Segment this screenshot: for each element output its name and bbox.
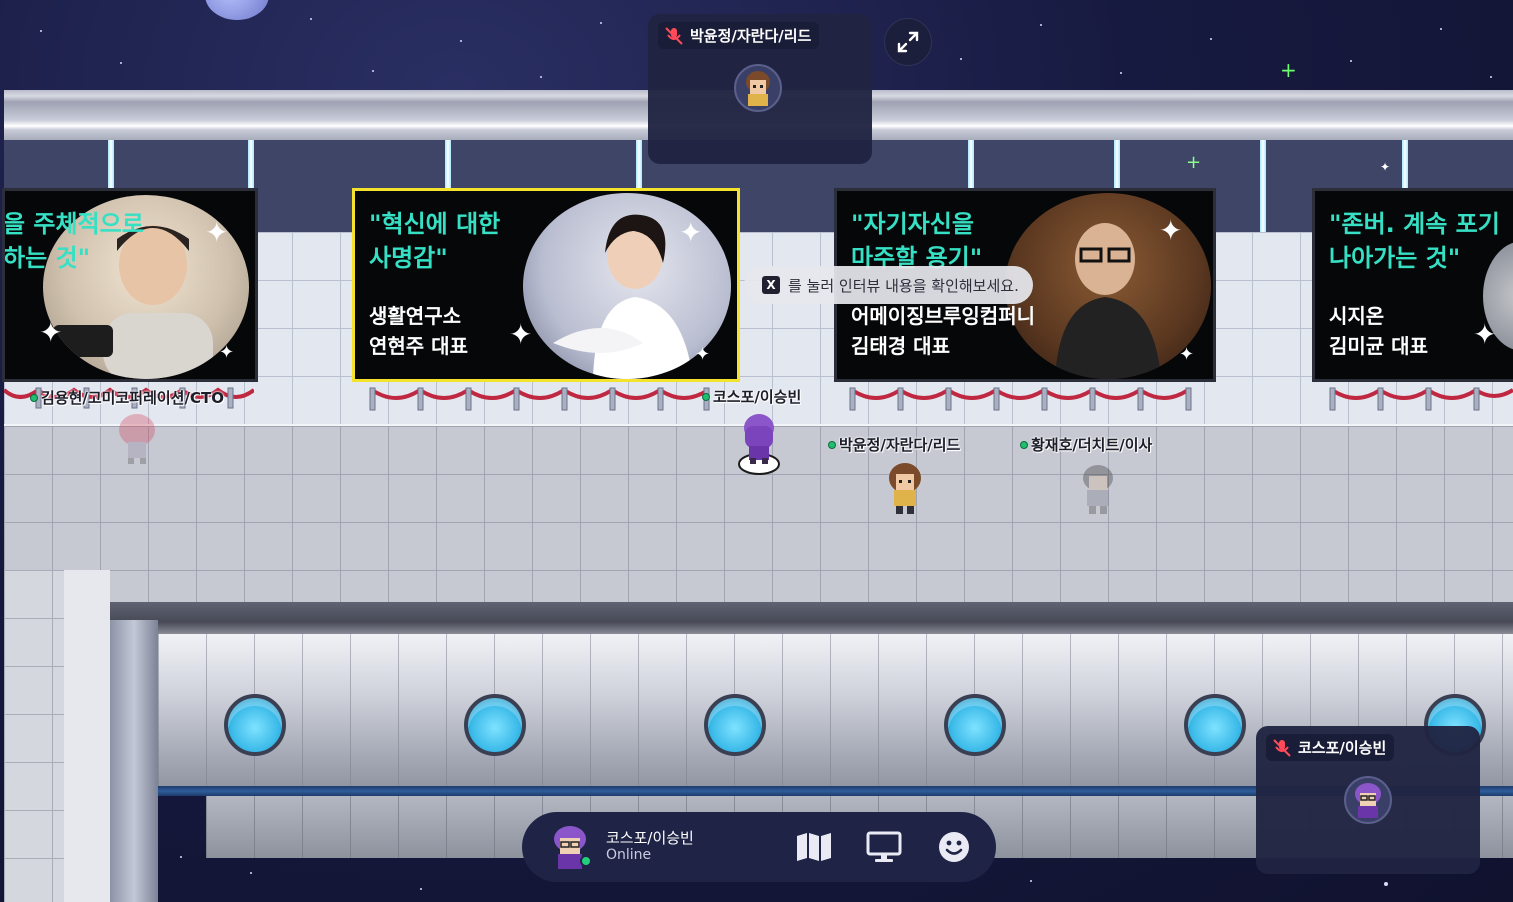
porthole-window — [464, 694, 526, 756]
banner-quote: "자기자신을 마주할 용기" — [851, 210, 983, 272]
green-sparkle: + — [1280, 58, 1297, 82]
window-sparkle: + — [1186, 152, 1202, 173]
window-mullion — [1260, 140, 1266, 234]
rope-barrier — [366, 384, 712, 414]
interview-banner-4[interactable]: "존버. 계속 포기 나아가는 것" 시지온 김미균 대표 ✦ — [1312, 188, 1513, 382]
porthole-window — [224, 694, 286, 756]
player-name: 김용현/고미코퍼레이션/CTO — [41, 389, 224, 407]
player-nametag: 코스포/이승빈 — [702, 386, 801, 407]
map-button[interactable] — [792, 825, 836, 869]
banner-interviewee: 생활연구소 연현주 대표 — [369, 304, 468, 358]
mic-muted-icon — [665, 26, 683, 45]
video-tile-label: 박윤정/자란다/리드 — [658, 22, 820, 49]
lower-ledge — [110, 602, 1513, 634]
sparkle-icon: ✦ — [219, 342, 235, 363]
left-column-strip — [64, 570, 110, 902]
emoji-icon — [939, 832, 969, 862]
sparkle-icon: ✦ — [1179, 344, 1195, 365]
sparkle-icon: ✦ — [1159, 214, 1183, 247]
player-name: 코스포/이승빈 — [713, 388, 802, 406]
player-name: 황재호/더치트/이사 — [1031, 436, 1153, 454]
banner-interviewee: 어메이징브루잉컴퍼니 김태경 대표 — [851, 304, 1035, 358]
sparkle-icon: ✦ — [1473, 318, 1497, 351]
video-tile-avatar — [1344, 776, 1392, 824]
banner-quote: "혁신에 대한 사명감" — [369, 210, 501, 272]
profile-info[interactable]: 코스포/이승빈 Online — [606, 830, 786, 864]
online-dot — [1020, 440, 1028, 449]
video-tile-avatar — [734, 64, 782, 112]
hint-text: 를 눌러 인터뷰 내용을 확인해보세요. — [788, 276, 1019, 295]
video-tile-label: 코스포/이승빈 — [1266, 734, 1395, 761]
interview-banner-2[interactable]: "혁신에 대한 사명감" 생활연구소 연현주 대표 ✦ ✦ ✦ — [352, 188, 740, 382]
rope-barrier — [1326, 384, 1513, 414]
emoji-button[interactable] — [932, 825, 976, 869]
screen-share-button[interactable] — [862, 825, 906, 869]
expand-icon — [897, 31, 919, 53]
screen-share-icon — [866, 831, 902, 862]
interaction-hint: X 를 눌러 인터뷰 내용을 확인해보세요. — [744, 266, 1033, 304]
online-status-dot — [580, 855, 592, 867]
player-avatar[interactable] — [886, 462, 924, 520]
online-dot — [30, 393, 38, 402]
interview-banner-1[interactable]: 을 주체적으로 하는 것" ✦ ✦ ✦ — [2, 188, 258, 382]
video-tile-name: 박윤정/자란다/리드 — [690, 27, 812, 45]
control-bar: 코스포/이승빈 Online — [522, 812, 996, 882]
player-name: 박윤정/자란다/리드 — [839, 436, 961, 454]
x-key-icon: X — [762, 276, 780, 294]
profile-name: 코스포/이승빈 — [606, 829, 694, 847]
self-avatar[interactable] — [736, 412, 782, 480]
lower-pillar — [110, 620, 158, 902]
video-tile-top[interactable]: 박윤정/자란다/리드 — [648, 14, 872, 164]
banner-quote: 을 주체적으로 하는 것" — [3, 210, 144, 272]
rope-barrier — [846, 384, 1200, 414]
player-avatar-ghost[interactable] — [1080, 464, 1116, 520]
video-tile-self[interactable]: 코스포/이승빈 — [1256, 726, 1480, 874]
player-nametag: 김용현/고미코퍼레이션/CTO — [30, 387, 224, 408]
porthole-window — [1184, 694, 1246, 756]
player-avatar-ghost[interactable] — [116, 412, 158, 470]
player-nametag: 황재호/더치트/이사 — [1020, 434, 1152, 455]
sparkle-icon: ✦ — [39, 316, 63, 349]
profile-avatar[interactable] — [550, 825, 592, 869]
planet — [205, 0, 269, 20]
porthole-window — [704, 694, 766, 756]
banner-interviewee: 시지온 김미균 대표 — [1329, 304, 1428, 358]
sparkle-icon: ✦ — [205, 216, 229, 249]
banner-quote: "존버. 계속 포기 나아가는 것" — [1329, 210, 1500, 272]
porthole-window — [944, 694, 1006, 756]
mic-muted-icon — [1273, 738, 1291, 757]
window-star: ✦ — [1380, 160, 1391, 174]
expand-button[interactable] — [884, 18, 932, 66]
profile-status: Online — [606, 847, 652, 863]
sparkle-icon: ✦ — [509, 318, 533, 351]
sparkle-icon: ✦ — [679, 216, 703, 249]
online-dot — [702, 392, 710, 401]
map-icon — [797, 833, 831, 861]
online-dot — [828, 440, 836, 449]
video-tile-name: 코스포/이승빈 — [1298, 739, 1387, 757]
sparkle-icon: ✦ — [695, 344, 711, 365]
player-nametag: 박윤정/자란다/리드 — [828, 434, 960, 455]
